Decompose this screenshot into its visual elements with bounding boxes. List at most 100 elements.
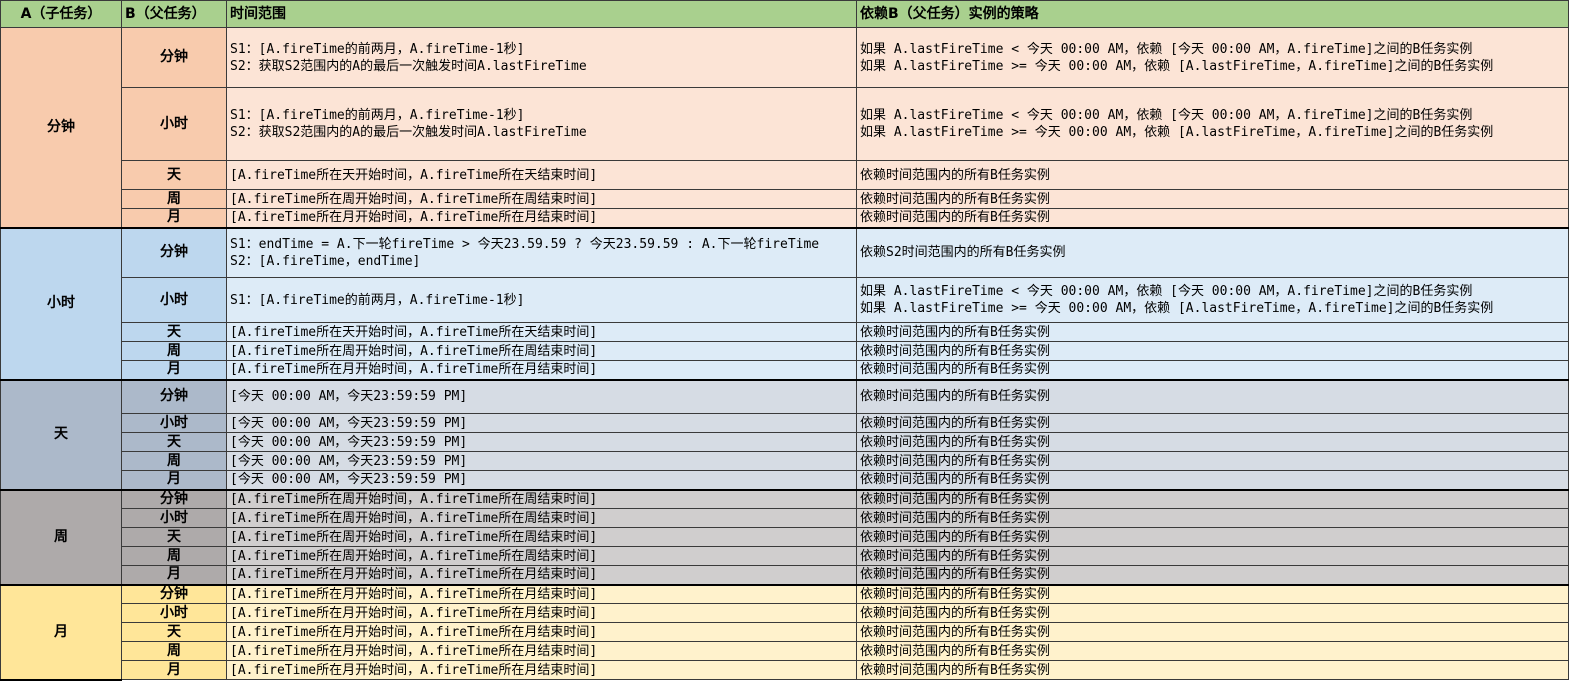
b-task-cell: 天	[121, 622, 227, 642]
table-row: 月 [今天 00:00 AM，今天23:59:59 PM] 依赖时间范围内的所有…	[1, 470, 1569, 491]
b-task-cell: 周	[121, 546, 227, 566]
time-range-cell: S1：endTime = A.下一轮fireTime > 今天23.59.59 …	[226, 227, 857, 278]
time-range-cell: [A.fireTime所在月开始时间，A.fireTime所在月结束时间]	[226, 565, 857, 586]
header-row: A（子任务） B（父任务） 时间范围 依赖B（父任务）实例的策略	[0, 0, 1569, 28]
time-range-cell: [A.fireTime所在天开始时间，A.fireTime所在天结束时间]	[226, 322, 857, 342]
time-range-cell: [A.fireTime所在月开始时间，A.fireTime所在月结束时间]	[226, 360, 857, 381]
time-range-cell: [A.fireTime所在天开始时间，A.fireTime所在天结束时间]	[226, 160, 857, 190]
b-task-cell: 小时	[121, 413, 227, 433]
b-task-cell: 分钟	[121, 584, 227, 604]
time-range-cell: [A.fireTime所在周开始时间，A.fireTime所在周结束时间]	[226, 489, 857, 509]
table-row: 天 [今天 00:00 AM，今天23:59:59 PM] 依赖时间范围内的所有…	[1, 432, 1569, 452]
strategy-cell: 依赖时间范围内的所有B任务实例	[856, 432, 1569, 452]
table-row: 分钟 分钟 S1：[A.fireTime的前两月，A.fireTime-1秒] …	[0, 27, 1569, 229]
strategy-cell: 依赖S2时间范围内的所有B任务实例	[856, 227, 1569, 278]
header-time-range: 时间范围	[226, 0, 857, 28]
b-task-cell: 分钟	[121, 227, 227, 278]
b-task-cell: 分钟	[121, 489, 227, 509]
a-task-cell: 分钟	[0, 27, 122, 229]
strategy-cell: 依赖时间范围内的所有B任务实例	[856, 208, 1569, 229]
strategy-cell: 依赖时间范围内的所有B任务实例	[856, 546, 1569, 566]
strategy-cell: 如果 A.lastFireTime < 今天 00:00 AM，依赖 [今天 0…	[856, 27, 1569, 88]
time-range-cell: [A.fireTime所在月开始时间，A.fireTime所在月结束时间]	[226, 208, 857, 229]
strategy-cell: 依赖时间范围内的所有B任务实例	[856, 470, 1569, 491]
strategy-cell: 如果 A.lastFireTime < 今天 00:00 AM，依赖 [今天 0…	[856, 87, 1569, 161]
strategy-cell: 依赖时间范围内的所有B任务实例	[856, 379, 1569, 414]
b-task-cell: 月	[121, 565, 227, 586]
strategy-cell: 依赖时间范围内的所有B任务实例	[856, 189, 1569, 209]
table-row: 月 [A.fireTime所在月开始时间，A.fireTime所在月结束时间] …	[1, 660, 1569, 680]
b-task-cell: 天	[121, 527, 227, 547]
time-range-cell: [A.fireTime所在月开始时间，A.fireTime所在月结束时间]	[226, 660, 857, 680]
time-range-cell: [A.fireTime所在月开始时间，A.fireTime所在月结束时间]	[226, 584, 857, 604]
time-range-cell: [今天 00:00 AM，今天23:59:59 PM]	[226, 413, 857, 433]
time-range-cell: [A.fireTime所在月开始时间，A.fireTime所在月结束时间]	[226, 641, 857, 661]
strategy-cell: 依赖时间范围内的所有B任务实例	[856, 451, 1569, 471]
table-row: 小时 S1：[A.fireTime的前两月，A.fireTime-1秒] S2：…	[1, 87, 1569, 161]
strategy-cell: 依赖时间范围内的所有B任务实例	[856, 584, 1569, 604]
table-row: 天 [A.fireTime所在天开始时间，A.fireTime所在天结束时间] …	[1, 322, 1569, 342]
b-task-cell: 月	[121, 660, 227, 680]
time-range-cell: [A.fireTime所在周开始时间，A.fireTime所在周结束时间]	[226, 341, 857, 361]
a-task-cell: 小时	[0, 227, 122, 381]
b-task-cell: 分钟	[121, 27, 227, 88]
strategy-cell: 依赖时间范围内的所有B任务实例	[856, 565, 1569, 586]
table-row: 月 [A.fireTime所在月开始时间，A.fireTime所在月结束时间] …	[1, 208, 1569, 229]
strategy-cell: 依赖时间范围内的所有B任务实例	[856, 489, 1569, 509]
table-row: 天 分钟 [今天 00:00 AM，今天23:59:59 PM] 依赖时间范围内…	[0, 379, 1569, 491]
strategy-cell: 依赖时间范围内的所有B任务实例	[856, 341, 1569, 361]
time-range-cell: S1：[A.fireTime的前两月，A.fireTime-1秒] S2：获取S…	[226, 27, 857, 88]
table-row: 月 [A.fireTime所在月开始时间，A.fireTime所在月结束时间] …	[1, 360, 1569, 381]
strategy-cell: 依赖时间范围内的所有B任务实例	[856, 508, 1569, 528]
b-task-cell: 天	[121, 322, 227, 342]
table-row: 小时 分钟 S1：endTime = A.下一轮fireTime > 今天23.…	[0, 227, 1569, 381]
b-task-cell: 月	[121, 470, 227, 491]
time-range-cell: [A.fireTime所在周开始时间，A.fireTime所在周结束时间]	[226, 508, 857, 528]
a-task-cell: 周	[0, 489, 122, 586]
time-range-cell: S1：[A.fireTime的前两月，A.fireTime-1秒]	[226, 277, 857, 323]
b-task-cell: 天	[121, 160, 227, 190]
b-task-cell: 月	[121, 360, 227, 381]
table-row: 小时 [今天 00:00 AM，今天23:59:59 PM] 依赖时间范围内的所…	[1, 413, 1569, 433]
a-task-cell: 天	[0, 379, 122, 491]
table-row: 周 [A.fireTime所在周开始时间，A.fireTime所在周结束时间] …	[1, 546, 1569, 566]
b-task-cell: 小时	[121, 508, 227, 528]
table-row: 周 [A.fireTime所在周开始时间，A.fireTime所在周结束时间] …	[1, 341, 1569, 361]
strategy-cell: 依赖时间范围内的所有B任务实例	[856, 660, 1569, 680]
time-range-cell: [A.fireTime所在周开始时间，A.fireTime所在周结束时间]	[226, 527, 857, 547]
header-strategy: 依赖B（父任务）实例的策略	[856, 0, 1569, 28]
time-range-cell: [今天 00:00 AM，今天23:59:59 PM]	[226, 470, 857, 491]
b-task-cell: 月	[121, 208, 227, 229]
table-row: 天 [A.fireTime所在月开始时间，A.fireTime所在月结束时间] …	[1, 622, 1569, 642]
b-task-cell: 周	[121, 451, 227, 471]
strategy-cell: 依赖时间范围内的所有B任务实例	[856, 622, 1569, 642]
b-task-cell: 天	[121, 432, 227, 452]
time-range-cell: S1：[A.fireTime的前两月，A.fireTime-1秒] S2：获取S…	[226, 87, 857, 161]
header-a-child-task: A（子任务）	[0, 0, 122, 28]
time-range-cell: [今天 00:00 AM，今天23:59:59 PM]	[226, 379, 857, 414]
b-task-cell: 分钟	[121, 379, 227, 414]
table-row: 小时 [A.fireTime所在周开始时间，A.fireTime所在周结束时间]…	[1, 508, 1569, 528]
strategy-cell: 如果 A.lastFireTime < 今天 00:00 AM，依赖 [今天 0…	[856, 277, 1569, 323]
time-range-cell: [A.fireTime所在月开始时间，A.fireTime所在月结束时间]	[226, 603, 857, 623]
strategy-cell: 依赖时间范围内的所有B任务实例	[856, 413, 1569, 433]
table-row: 月 [A.fireTime所在月开始时间，A.fireTime所在月结束时间] …	[1, 565, 1569, 586]
table-row: 月 分钟 [A.fireTime所在月开始时间，A.fireTime所在月结束时…	[0, 584, 1569, 681]
table-row: 周 [今天 00:00 AM，今天23:59:59 PM] 依赖时间范围内的所有…	[1, 451, 1569, 471]
table-row: 小时 [A.fireTime所在月开始时间，A.fireTime所在月结束时间]…	[1, 603, 1569, 623]
strategy-cell: 依赖时间范围内的所有B任务实例	[856, 322, 1569, 342]
table-row: 周 [A.fireTime所在月开始时间，A.fireTime所在月结束时间] …	[1, 641, 1569, 661]
dependency-strategy-table: A（子任务） B（父任务） 时间范围 依赖B（父任务）实例的策略 分钟 分钟 S…	[0, 0, 1569, 681]
time-range-cell: [A.fireTime所在周开始时间，A.fireTime所在周结束时间]	[226, 189, 857, 209]
b-task-cell: 周	[121, 189, 227, 209]
strategy-cell: 依赖时间范围内的所有B任务实例	[856, 603, 1569, 623]
b-task-cell: 小时	[121, 87, 227, 161]
table-row: 天 [A.fireTime所在周开始时间，A.fireTime所在周结束时间] …	[1, 527, 1569, 547]
b-task-cell: 周	[121, 341, 227, 361]
b-task-cell: 小时	[121, 603, 227, 623]
table-row: 小时 S1：[A.fireTime的前两月，A.fireTime-1秒] 如果 …	[1, 277, 1569, 323]
time-range-cell: [今天 00:00 AM，今天23:59:59 PM]	[226, 451, 857, 471]
header-b-parent-task: B（父任务）	[121, 0, 227, 28]
strategy-cell: 依赖时间范围内的所有B任务实例	[856, 160, 1569, 190]
table-row: 周 分钟 [A.fireTime所在周开始时间，A.fireTime所在周结束时…	[0, 489, 1569, 586]
